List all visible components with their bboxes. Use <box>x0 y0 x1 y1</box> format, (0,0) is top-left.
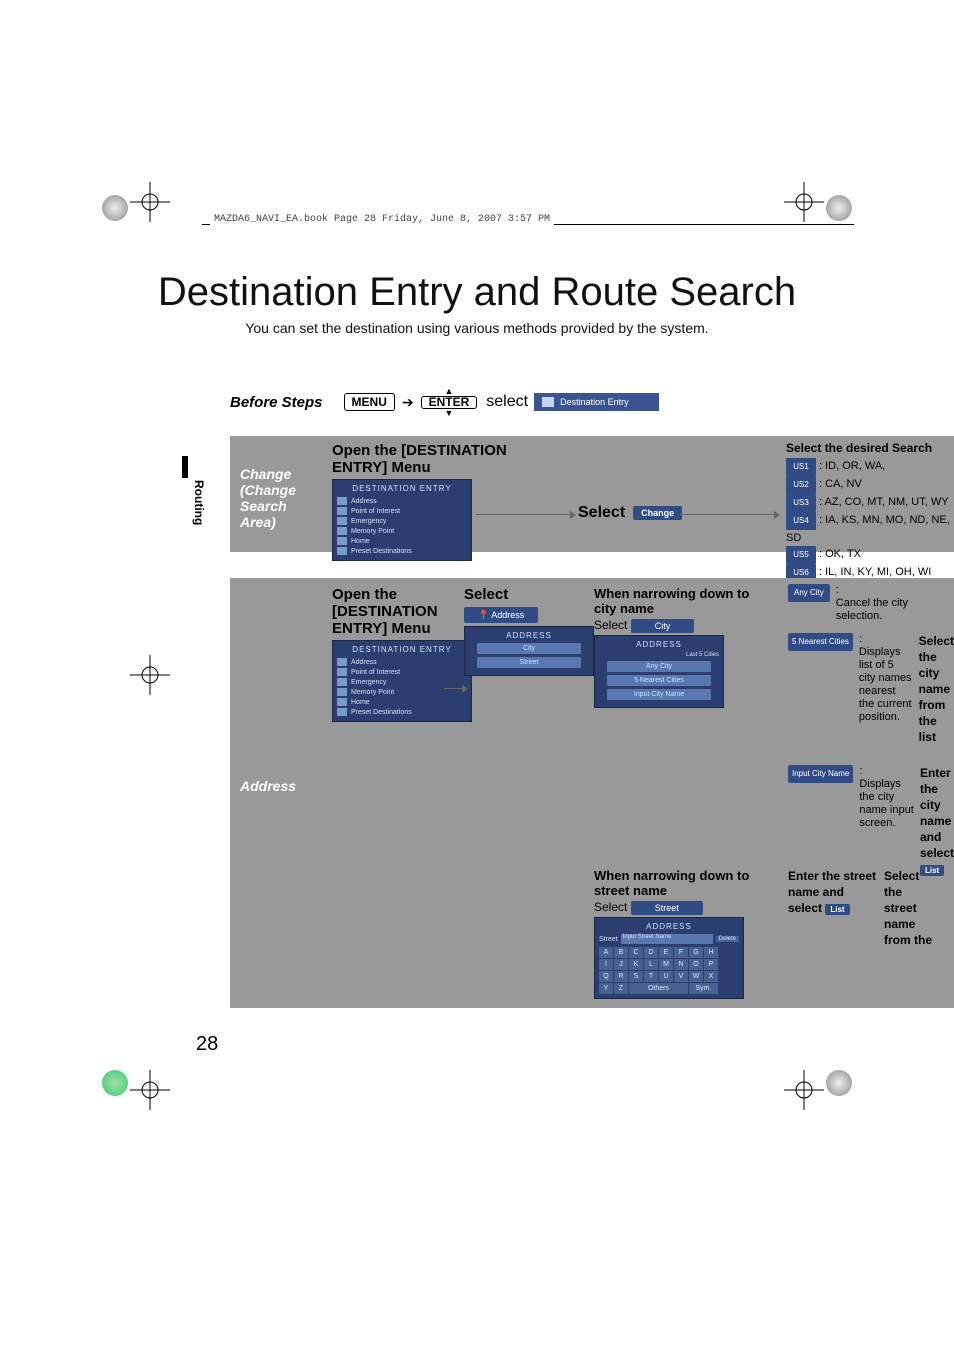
address-chip: 📍 Address <box>464 607 538 623</box>
list-chip-street: List <box>825 904 849 915</box>
arrow-down-icon: ▼ <box>444 409 453 418</box>
color-dot <box>102 195 128 221</box>
enter-key: ENTER <box>421 396 478 409</box>
section-address: Address Open the [DESTINATION ENTRY] Men… <box>230 578 954 1008</box>
any-city-option: Any City <box>607 661 711 672</box>
flow-arrow <box>444 688 462 689</box>
step-select-address: Select 📍 Address ADDRESS City Street <box>464 586 604 676</box>
nearest-side-instruction: Select the city name from the list <box>919 633 954 745</box>
flow-arrow <box>476 514 570 515</box>
registration-mark <box>130 655 170 695</box>
input-side-instruction: Enter the city name and select List <box>920 765 954 879</box>
narrow-street-heading: When narrowing down to street name <box>594 868 754 898</box>
nearest-cities-option: 5 Nearest Cities <box>607 675 711 686</box>
narrow-city-heading: When narrowing down to city name <box>594 586 754 616</box>
color-dot <box>826 195 852 221</box>
flag-icon <box>542 397 554 407</box>
select-street-side: Select the street name from the <box>884 868 934 948</box>
narrow-street-column: When narrowing down to street name Selec… <box>594 868 754 999</box>
registration-mark <box>130 182 170 222</box>
area-tag: US4 <box>786 512 816 530</box>
street-panel-screenshot: ADDRESS Street Input Street Name Delete … <box>594 917 744 999</box>
narrow-city-column: When narrowing down to city name Select … <box>594 586 754 708</box>
nav-menu-screenshot-2: DESTINATION ENTRY Address Point of Inter… <box>332 640 472 722</box>
street-input-field: Input Street Name <box>621 934 713 944</box>
any-city-note: Any City : Cancel the city selection. <box>788 584 954 623</box>
select-label-city: Select <box>594 618 627 632</box>
last5-label: Last 5 Cities <box>599 652 719 658</box>
street-field-label: Street <box>599 936 618 943</box>
enter-key-group: ▲ ENTER ▼ <box>418 387 481 418</box>
city-panel-screenshot: ADDRESS Last 5 Cities Any City 5 Nearest… <box>594 635 724 708</box>
address-panel-screenshot: ADDRESS City Street <box>464 626 594 676</box>
any-city-pill: Any City <box>788 584 830 602</box>
color-dot <box>102 1070 128 1096</box>
area-tag: US5 <box>786 546 816 564</box>
street-option: Street <box>477 657 581 668</box>
page-number: 28 <box>196 1033 218 1056</box>
registration-mark <box>130 1070 170 1110</box>
section-change-label: Change (Change Search Area) <box>240 466 324 530</box>
keyboard-grid: ABCDEFGH IJKLMNOP QRSTUVWX YZOthersSym. <box>599 947 739 994</box>
section-tab-label: Routing <box>192 480 206 525</box>
input-city-pill: Input City Name <box>788 765 853 783</box>
arrow-icon: ➔ <box>402 394 414 411</box>
select-label: Select <box>578 504 625 522</box>
city-chip: City <box>631 619 695 633</box>
page-subtitle: You can set the destination using variou… <box>0 320 954 336</box>
delete-button: Delete <box>716 936 739 942</box>
enter-street-note: Enter the street name and select List Se… <box>788 868 954 948</box>
input-city-option: Input City Name <box>607 689 711 700</box>
page-title: Destination Entry and Route Search <box>0 270 954 315</box>
search-area-list: Select the desired Search US1: ID, OR, W… <box>786 440 954 582</box>
search-area-header: Select the desired Search <box>786 440 954 456</box>
color-dot <box>826 1070 852 1096</box>
before-steps-row: Before Steps MENU ➔ ▲ ENTER ▼ select Des… <box>230 386 954 418</box>
nav-menu-screenshot: DESTINATION ENTRY Address Point of Inter… <box>332 479 472 561</box>
street-notes-column: Enter the street name and select List Se… <box>788 868 954 958</box>
address-panel-title: ADDRESS <box>469 631 589 640</box>
section-tab-marker <box>182 456 188 478</box>
nearest-cities-pill: 5 Nearest Cities <box>788 633 853 651</box>
select-change-step: Select Change <box>578 504 682 522</box>
area-tag: US1 <box>786 458 816 476</box>
step-open-menu: Open the [DESTINATION ENTRY] Menu DESTIN… <box>332 442 532 561</box>
street-panel-title: ADDRESS <box>599 922 739 931</box>
area-tag: US3 <box>786 494 816 512</box>
menu-key: MENU <box>344 393 395 411</box>
select-text: select <box>486 393 528 411</box>
select-label-street: Select <box>594 900 627 914</box>
nav-menu-title-2: DESTINATION ENTRY <box>337 645 467 654</box>
city-option: City <box>477 643 581 654</box>
section-address-label: Address <box>240 778 324 794</box>
destination-entry-chip: Destination Entry <box>534 393 659 411</box>
section-change: Change (Change Search Area) Open the [DE… <box>230 436 954 552</box>
area-tag: US2 <box>786 476 816 494</box>
registration-mark <box>784 182 824 222</box>
city-panel-title: ADDRESS <box>599 640 719 649</box>
nearest-cities-note: 5 Nearest Cities : Displays list of 5 ci… <box>788 633 954 745</box>
city-notes-column: Any City : Cancel the city selection. 5 … <box>788 584 954 889</box>
step1-title: Open the [DESTINATION ENTRY] Menu <box>332 442 532 476</box>
input-city-note: Input City Name : Displays the city name… <box>788 765 954 879</box>
addr-step2-title: Select <box>464 586 604 603</box>
running-header: MAZDA6_NAVI_EA.book Page 28 Friday, June… <box>210 214 554 225</box>
change-chip: Change <box>633 506 682 520</box>
street-chip: Street <box>631 901 703 915</box>
enter-street-text: Enter the street name and select List <box>788 868 878 948</box>
nav-menu-title: DESTINATION ENTRY <box>337 484 467 493</box>
flow-arrow <box>680 514 774 515</box>
chip-label: Destination Entry <box>560 397 629 407</box>
registration-mark <box>784 1070 824 1110</box>
before-steps-label: Before Steps <box>230 394 323 411</box>
